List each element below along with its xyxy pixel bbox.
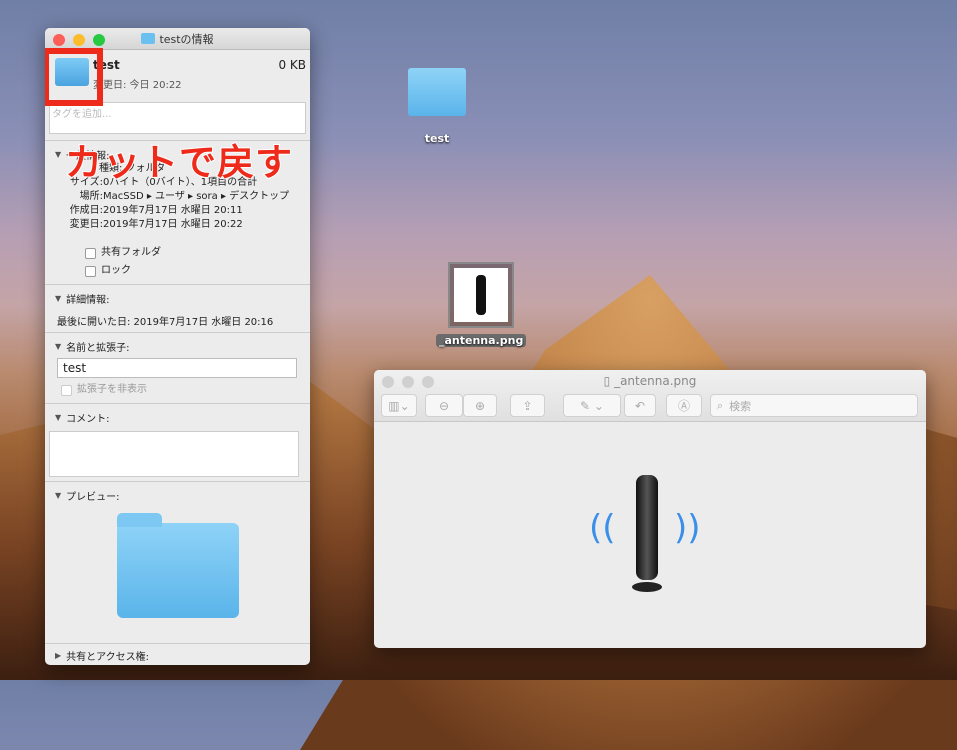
disclosure-triangle-icon[interactable]: ▶ — [55, 651, 61, 660]
more-info-header: 詳細情報: — [66, 295, 110, 306]
name-input[interactable]: test — [57, 358, 297, 378]
hide-extension-checkbox[interactable]: 拡張子を非表示 — [61, 381, 300, 399]
folder-preview-icon — [117, 513, 239, 618]
folder-label: test — [424, 132, 450, 145]
rotate-button[interactable]: ↶ — [624, 394, 656, 417]
window-title: testの情報 — [159, 32, 214, 46]
preview-header: プレビュー: — [66, 492, 120, 503]
share-button[interactable]: ⇪ — [510, 394, 545, 417]
minimize-button[interactable] — [73, 34, 85, 46]
disclosure-triangle-icon[interactable]: ▼ — [55, 342, 61, 351]
zoom-out-button[interactable]: ⊖ — [425, 394, 463, 417]
info-window: testの情報 test 変更日: 今日 20:22 0 KB タグを追加...… — [45, 28, 310, 665]
disclosure-triangle-icon[interactable]: ▼ — [55, 413, 61, 422]
shared-folder-checkbox[interactable]: 共有フォルダ — [85, 244, 300, 262]
folder-icon — [141, 33, 156, 44]
disclosure-triangle-icon[interactable]: ▼ — [55, 150, 61, 159]
search-field[interactable]: ⌕ 検索 — [710, 394, 918, 417]
zoom-button[interactable] — [93, 34, 105, 46]
window-title: _antenna.png — [614, 374, 697, 388]
markup-toolbar-button[interactable]: Ⓐ — [666, 394, 702, 417]
desktop-file-antenna[interactable]: _antenna.png — [436, 262, 527, 347]
name-ext-header: 名前と拡張子: — [66, 343, 130, 354]
title-bar[interactable]: testの情報 — [45, 28, 310, 50]
modified-short: 変更日: 今日 20:22 — [93, 80, 182, 91]
file-label: _antenna.png — [436, 334, 527, 347]
sharing-header: 共有とアクセス権: — [66, 652, 150, 663]
zoom-in-button[interactable]: ⊕ — [463, 394, 497, 417]
toolbar: ▯ _antenna.png ▥⌄ ⊖ ⊕ ⇪ ✎ ⌄ ↶ Ⓐ ⌕ 検索 — [374, 370, 926, 422]
lock-checkbox[interactable]: ロック — [85, 262, 300, 280]
antenna-image: (( )) — [589, 470, 709, 600]
markup-pen-button[interactable]: ✎ ⌄ — [563, 394, 621, 417]
close-button[interactable] — [53, 34, 65, 46]
disclosure-triangle-icon[interactable]: ▼ — [55, 491, 61, 500]
tags-input[interactable]: タグを追加... — [49, 102, 306, 134]
comment-input[interactable] — [49, 431, 299, 477]
highlight-box — [45, 48, 103, 106]
search-icon: ⌕ — [717, 398, 724, 412]
disclosure-triangle-icon[interactable]: ▼ — [55, 294, 61, 303]
row-key: 作成日: — [69, 205, 103, 216]
item-size: 0 KB — [278, 58, 306, 72]
folder-icon — [408, 68, 466, 116]
desktop-folder-test[interactable]: test — [405, 68, 469, 145]
row-value: 2019年7月17日 水曜日 20:11 — [103, 205, 243, 216]
row-value: MacSSD ▸ ユーザ ▸ sora ▸ デスクトップ — [103, 191, 290, 202]
row-key: 変更日: — [69, 219, 103, 230]
row-value: 2019年7月17日 水曜日 20:22 — [103, 219, 243, 230]
annotation-text: カットで戻す — [64, 140, 293, 185]
comment-header: コメント: — [66, 414, 110, 425]
image-thumbnail-icon — [448, 262, 514, 328]
preview-window: ▯ _antenna.png ▥⌄ ⊖ ⊕ ⇪ ✎ ⌄ ↶ Ⓐ ⌕ 検索 (( )… — [374, 370, 926, 648]
row-key: 場所: — [79, 191, 103, 202]
sidebar-toggle-button[interactable]: ▥⌄ — [381, 394, 417, 417]
png-file-icon: ▯ — [603, 374, 615, 388]
last-opened: 最後に開いた日: 2019年7月17日 水曜日 20:16 — [57, 317, 274, 328]
